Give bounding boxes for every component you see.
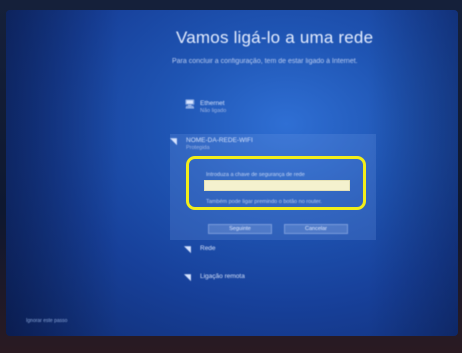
network-name: Ligação remota [200,273,245,280]
cancel-button[interactable]: Cancelar [284,224,348,234]
network-status: Não ligado [200,108,227,114]
network-item-wifi[interactable]: ◥ NOME-DA-REDE-WIFI Protegida [170,137,376,152]
page-subtitle: Para concluir a configuração, tem de est… [172,58,358,65]
wifi-icon: ◥ [184,272,191,282]
network-name: Rede [200,245,216,252]
network-name: NOME-DA-REDE-WIFI [186,137,253,144]
network-item-remote[interactable]: ◥ Ligação remota [184,273,245,282]
network-item-ethernet[interactable]: 🖥 Ethernet Não ligado [184,100,226,115]
wifi-icon: ◥ [170,136,177,146]
skip-link[interactable]: Ignorar este passo [26,318,67,324]
network-name: Ethernet [200,100,225,107]
ethernet-icon: 🖥 [184,99,196,109]
network-status: Protegida [186,145,210,151]
wifi-icon: ◥ [184,244,191,254]
page-title: Vamos ligá-lo a uma rede [176,28,374,47]
network-item-other[interactable]: ◥ Rede [184,245,216,254]
annotation-highlight [186,156,366,210]
next-button[interactable]: Seguinte [208,224,272,234]
